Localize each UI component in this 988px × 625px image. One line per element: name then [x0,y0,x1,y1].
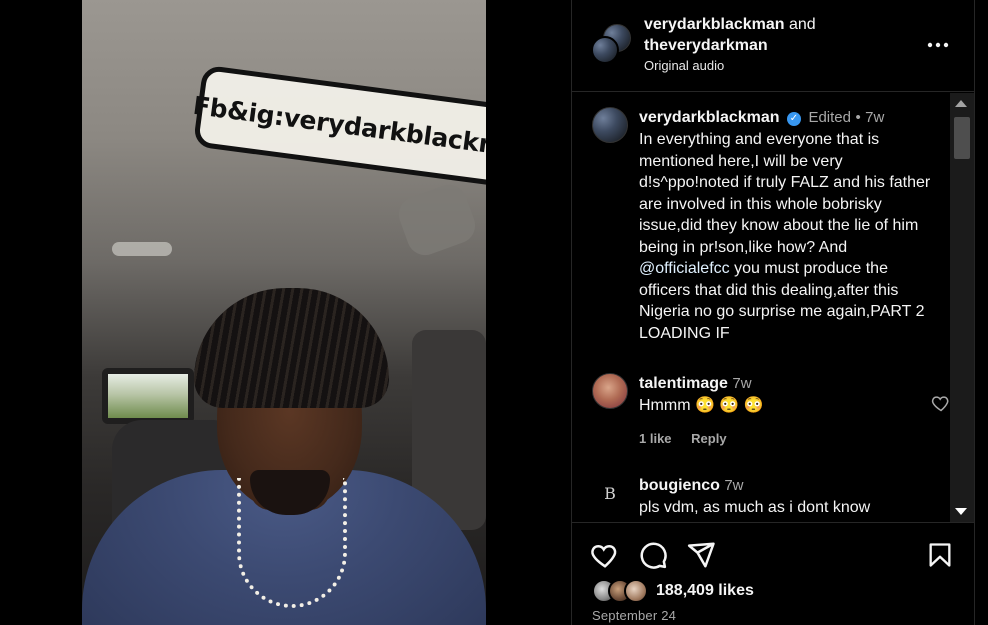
comment-age[interactable]: 7w [865,109,884,126]
comment-text: In everything and everyone that is menti… [639,129,939,344]
commenter-avatar[interactable] [592,107,628,143]
comment-username[interactable]: verydarkblackman [639,109,780,126]
scroll-down-arrow-icon[interactable] [955,508,967,515]
comment-username[interactable]: talentimage [639,375,728,392]
scroll-up-arrow-icon[interactable] [955,100,967,107]
more-options-icon[interactable] [927,28,949,54]
post-action-bar: 188,409 likes September 24 [572,524,974,625]
edited-label: Edited [808,109,851,126]
comment-bubble-icon[interactable] [638,540,670,572]
reel-video[interactable]: Fb&ig:verydarkblackman [82,0,486,625]
commenter-avatar[interactable] [592,373,628,409]
post-date[interactable]: September 24 [592,608,676,623]
reply-button[interactable]: Reply [691,431,726,446]
collaborator-avatar[interactable] [591,36,619,64]
avatar-letter: B [604,483,616,503]
save-bookmark-icon[interactable] [926,540,958,572]
pearl-necklace [237,478,347,608]
comment-text: pls vdm, as much as i dont know [639,499,871,516]
separator-dot: • [855,109,861,126]
verified-badge-icon: ✓ [786,112,801,126]
grab-handle [393,179,481,261]
comments-list[interactable]: verydarkblackman ✓ Edited • 7w In everyt… [572,93,974,523]
video-caption-overlay: Fb&ig:verydarkblackman [191,64,486,191]
share-send-icon[interactable] [686,540,718,572]
comment-text-part: In everything and everyone that is menti… [639,131,931,256]
post-header: verydarkblackman and theverydarkman Orig… [572,0,974,92]
post-details-panel: verydarkblackman and theverydarkman Orig… [571,0,975,625]
car-window [102,368,194,424]
likes-count[interactable]: 188,409 likes [656,582,754,600]
commenter-avatar[interactable]: B [592,475,628,511]
authors-joiner: and [788,16,816,33]
collaborator-username[interactable]: theverydarkman [644,37,768,54]
liker-avatar [624,579,648,603]
person-hair [194,288,389,408]
author-username[interactable]: verydarkblackman [644,16,785,33]
heart-icon[interactable] [931,393,951,413]
comment-age[interactable]: 7w [732,375,751,392]
post-authors: verydarkblackman and theverydarkman [644,14,816,56]
audio-label[interactable]: Original audio [644,58,724,73]
scrollbar-thumb[interactable] [954,117,970,159]
video-caption-text: Fb&ig:verydarkblackman [191,90,486,165]
comment-like-count[interactable]: 1 like [639,431,672,446]
like-heart-icon[interactable] [590,540,622,572]
comment-age[interactable]: 7w [724,477,743,494]
comment-text: Hmmm 😳 😳 😳 [639,397,764,414]
mention-link[interactable]: @officialefcc [639,260,730,277]
scrollbar[interactable] [950,93,974,522]
roof-light [112,242,172,256]
comment-username[interactable]: bougienco [639,477,720,494]
